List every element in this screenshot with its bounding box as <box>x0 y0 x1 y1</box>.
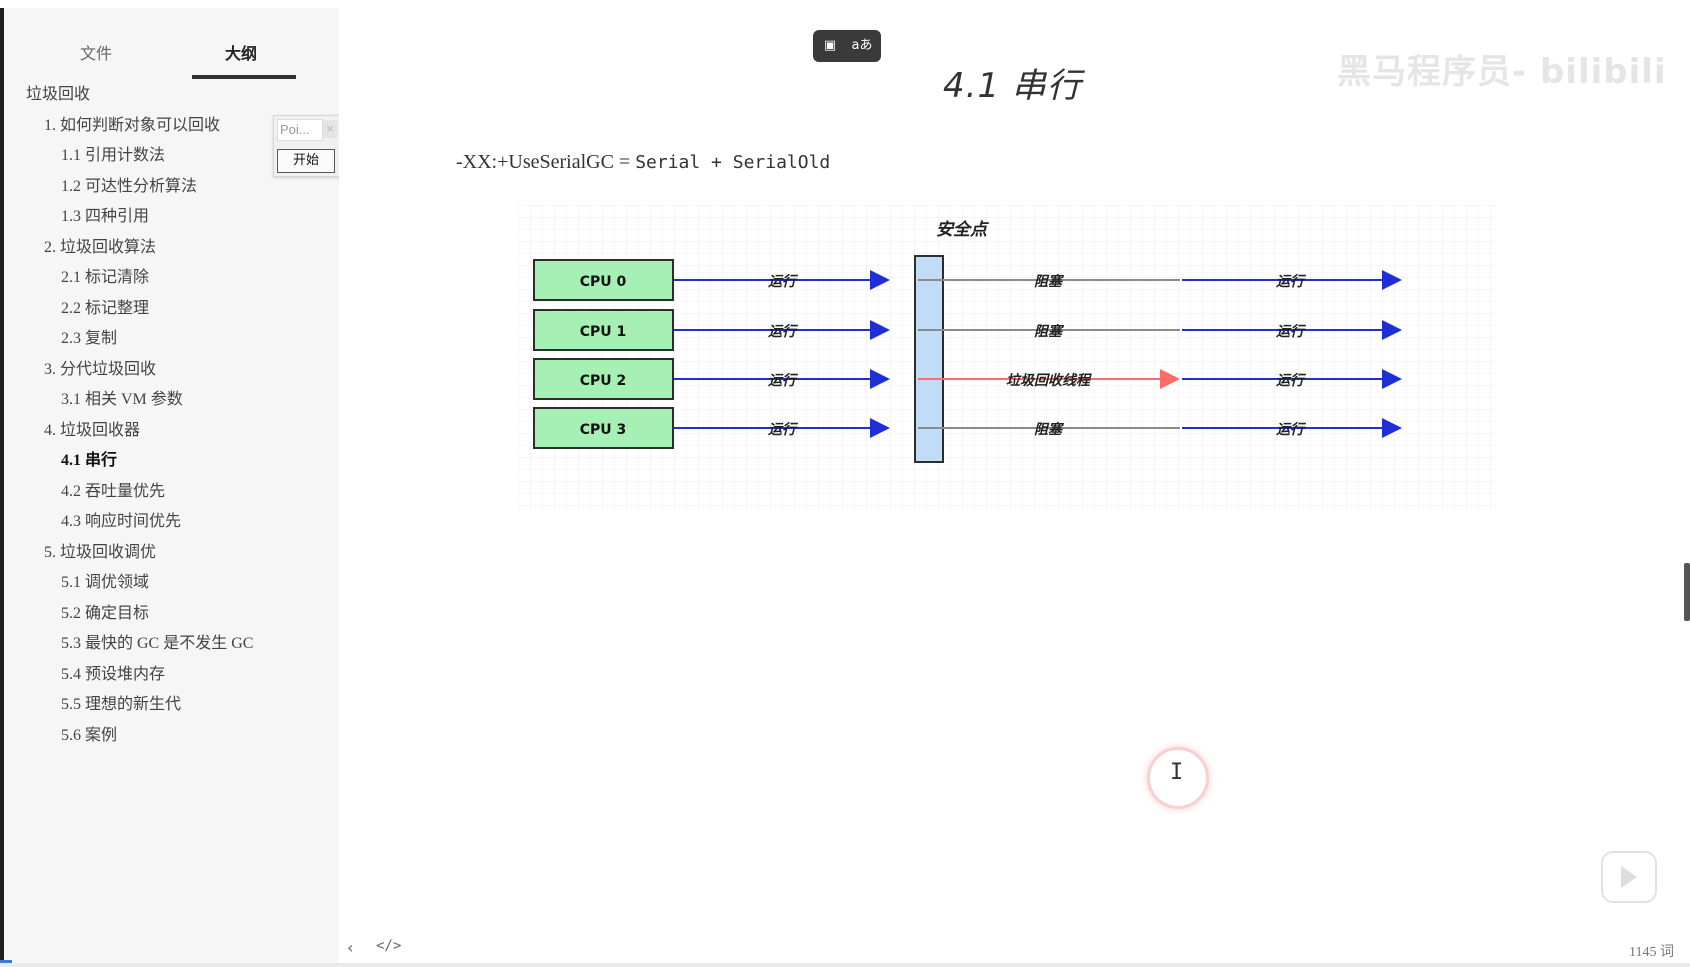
outline-item[interactable]: 5.2 确定目标 <box>61 599 149 623</box>
active-tab-indicator <box>192 75 296 79</box>
outline-item[interactable]: 3.1 相关 VM 参数 <box>61 385 183 409</box>
outline-item[interactable]: 2. 垃圾回收算法 <box>44 233 156 257</box>
outline-item[interactable]: 2.2 标记整理 <box>61 294 149 318</box>
jvm-flag-line: -XX:+UseSerialGC = Serial + SerialOld <box>456 151 830 174</box>
find-popup: Poi... × 开始 <box>273 115 341 177</box>
outline-item[interactable]: 垃圾回收 <box>26 80 90 104</box>
start-button[interactable]: 开始 <box>277 149 335 173</box>
outline-item[interactable]: 3. 分代垃圾回收 <box>44 355 156 379</box>
safepoint-label: 安全点 <box>936 220 990 240</box>
run-label: 运行 <box>1276 273 1307 290</box>
run-label: 运行 <box>768 421 799 438</box>
cpu-label: CPU 3 <box>580 422 627 438</box>
window-bottom-border <box>0 963 1690 967</box>
text-cursor-icon: I <box>1170 760 1184 785</box>
serial-gc-diagram: 安全点 CPU 0 运行 阻塞 运行CPU 1 运行 阻塞 运行CPU 2 运行 垃圾回收线程运… <box>518 205 1496 511</box>
tab-outline[interactable]: 大纲 <box>225 40 257 64</box>
source-code-icon[interactable]: </> <box>376 938 401 954</box>
outline-item[interactable]: 1.3 四种引用 <box>61 202 149 226</box>
video-play-icon[interactable] <box>1601 851 1657 903</box>
screenshot-icon[interactable]: ▣ <box>819 36 841 56</box>
outline-item[interactable]: 4.3 响应时间优先 <box>61 507 181 531</box>
cpu-label: CPU 0 <box>580 274 627 290</box>
outline-item[interactable]: 2.3 复制 <box>61 324 117 348</box>
outline-item[interactable]: 4.1 串行 <box>61 446 117 470</box>
run-label: 运行 <box>768 372 799 389</box>
run-label: 运行 <box>1276 372 1307 389</box>
run-label: 运行 <box>768 323 799 340</box>
outline-item[interactable]: 4.2 吞吐量优先 <box>61 477 165 501</box>
blocked-label: 阻塞 <box>1034 323 1065 340</box>
outline-item[interactable]: 5.5 理想的新生代 <box>61 690 181 714</box>
taskbar-indicator <box>0 960 12 963</box>
outline-item[interactable]: 1. 如何判断对象可以回收 <box>44 111 220 135</box>
scroll-handle[interactable] <box>1684 563 1690 621</box>
close-icon[interactable]: × <box>323 120 337 138</box>
outline-item[interactable]: 1.1 引用计数法 <box>61 141 165 165</box>
sidebar-tabs: 文件 大纲 <box>4 30 339 82</box>
run-label: 运行 <box>768 273 799 290</box>
find-input[interactable]: Poi... <box>277 119 323 141</box>
blocked-label: 阻塞 <box>1034 421 1065 438</box>
outline-item[interactable]: 1.2 可达性分析算法 <box>61 172 197 196</box>
chevron-left-icon[interactable]: ‹ <box>347 938 353 957</box>
word-count[interactable]: 1145 词 <box>1629 941 1674 961</box>
cpu-label: CPU 1 <box>580 324 627 340</box>
outline-item[interactable]: 5.3 最快的 GC 是不发生 GC <box>61 629 253 653</box>
outline-item[interactable]: 4. 垃圾回收器 <box>44 416 140 440</box>
editor-main: ▣ aあ 4.1 串行 黑马程序员- bilibili -XX:+UseSeri… <box>339 8 1690 963</box>
outline-item[interactable]: 2.1 标记清除 <box>61 263 149 287</box>
blocked-label: 阻塞 <box>1034 273 1065 290</box>
watermark: 黑马程序员- bilibili <box>1337 52 1667 92</box>
floating-toolbar: ▣ aあ <box>813 30 881 62</box>
translate-icon[interactable]: aあ <box>851 36 873 56</box>
outline-item[interactable]: 5.6 案例 <box>61 721 117 745</box>
outline-item[interactable]: 5.4 预设堆内存 <box>61 660 165 684</box>
outline-item[interactable]: 5. 垃圾回收调优 <box>44 538 156 562</box>
outline-item[interactable]: 5.1 调优领域 <box>61 568 149 592</box>
tab-files[interactable]: 文件 <box>80 40 112 64</box>
jvm-flag-text: -XX:+UseSerialGC = <box>456 151 636 173</box>
run-label: 运行 <box>1276 421 1307 438</box>
safepoint-bar <box>914 255 944 463</box>
collector-names: Serial + SerialOld <box>635 152 831 173</box>
run-label: 运行 <box>1276 323 1307 340</box>
gc-thread-label: 垃圾回收线程 <box>1006 372 1092 389</box>
page-title: 4.1 串行 <box>943 66 1082 106</box>
cpu-label: CPU 2 <box>580 373 627 389</box>
